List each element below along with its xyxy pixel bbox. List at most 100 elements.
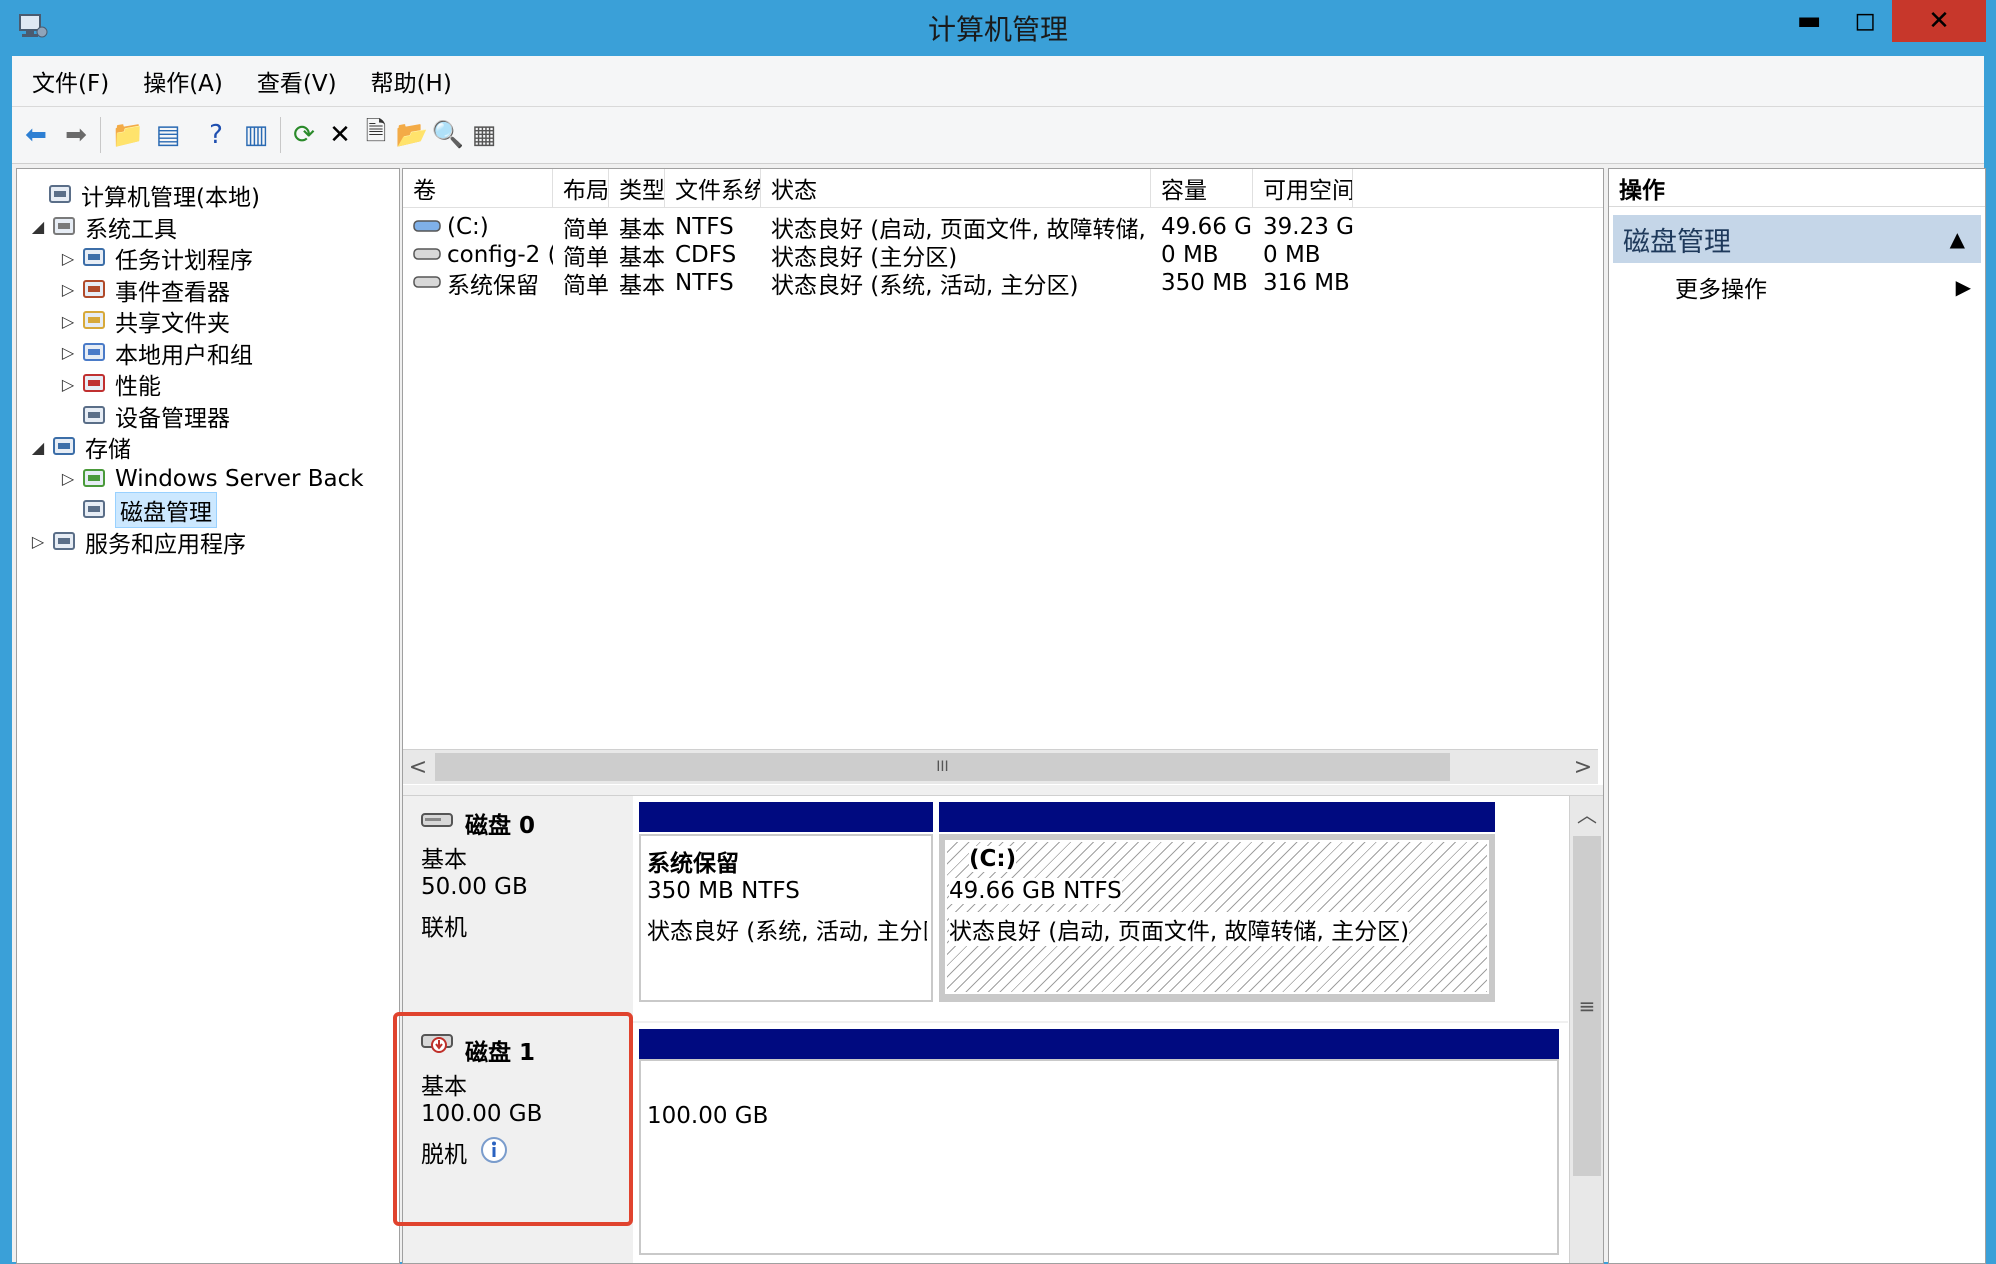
client-area: 文件(F) 操作(A) 查看(V) 帮助(H) ⬅ ➡ 📁 ▤? ▥ ⟳ ✕ 🗎 📂 🔍 ▦ 计算机… — [12, 56, 1986, 1264]
scroll-up-arrow[interactable]: ︿ — [1570, 796, 1603, 830]
maximize-button[interactable]: ◻ — [1838, 0, 1892, 42]
show-hide-tree-icon[interactable]: ▤ — [150, 117, 186, 153]
close-button[interactable]: ✕ — [1892, 0, 1986, 42]
help-icon[interactable]: ? — [198, 117, 234, 153]
disk-icon — [421, 813, 453, 827]
services-applications-icon — [49, 528, 79, 556]
horizontal-scroll-thumb[interactable]: III — [435, 753, 1450, 781]
properties-icon[interactable]: 🗎 — [358, 117, 394, 153]
partition-bar — [639, 1029, 1559, 1059]
collapsed-arrow-icon[interactable]: ▷ — [27, 532, 49, 551]
volume-row[interactable]: 系统保留 简单 基本 NTFS 状态良好 (系统, 活动, 主分区) 350 MB 316 … — [403, 265, 1603, 301]
disk-0-size: 50.00 GB — [421, 874, 528, 900]
disk-1-partitions: 100.00 GB — [633, 1023, 1568, 1263]
partition-c[interactable]: (C:) 49.66 GB NTFS 状态良好 (启动, 页面文件, 故障转储,… — [945, 840, 1489, 994]
tree-item-label: 服务和应用程序 — [85, 531, 246, 558]
up-folder-icon[interactable]: 📁 — [110, 117, 146, 153]
scroll-right-arrow[interactable]: > — [1568, 750, 1598, 784]
expanded-arrow-icon[interactable]: ◢ — [27, 217, 49, 236]
partition-unknown[interactable]: 100.00 GB — [639, 1059, 1559, 1255]
tree-item-label: 事件查看器 — [115, 279, 230, 306]
storage-icon — [49, 433, 79, 461]
menu-action[interactable]: 操作(A) — [143, 64, 223, 98]
column-header-free-space[interactable]: 可用空间 — [1253, 169, 1353, 207]
tree-item-label: 系统工具 — [85, 216, 177, 243]
disk-0-info[interactable]: 磁盘 0 基本 50.00 GB 联机 — [403, 796, 634, 1021]
disk-0-type: 基本 — [421, 847, 467, 873]
actions-pane: 操作 磁盘管理 ▲ 更多操作 ▶ — [1608, 168, 1986, 1264]
tree-item-label: Windows Server Back — [115, 465, 364, 492]
vertical-scroll-thumb[interactable]: ≡ — [1573, 836, 1601, 1176]
local-users-icon — [79, 339, 109, 367]
partition-size: 49.66 GB NTFS — [949, 878, 1122, 904]
tree-item-label: 计算机管理(本地) — [81, 185, 260, 211]
refresh-icon[interactable]: ⟳ — [286, 117, 322, 153]
forward-icon[interactable]: ➡ — [58, 117, 94, 153]
console-tree: 计算机管理(本地) ◢ 系统工具 ▷ 任务计划程序 ▷ 事件查看器 ▷ 共享文件夹 ▷ 本地用户和组… — [16, 168, 400, 1264]
actions-header: 操作 — [1609, 169, 1985, 207]
partition-status: 状态良好 (启动, 页面文件, 故障转储, 主分区) — [949, 912, 1410, 946]
disk-1-highlight-box — [393, 1012, 633, 1226]
volume-cell-capacity: 350 MB — [1161, 270, 1248, 296]
collapsed-arrow-icon[interactable]: ▷ — [57, 249, 79, 268]
partition-size: 100.00 GB — [647, 1103, 769, 1129]
actions-section-label: 磁盘管理 — [1623, 226, 1731, 258]
expanded-arrow-icon[interactable]: ◢ — [27, 438, 49, 457]
disk-0-state: 联机 — [421, 915, 467, 941]
column-header-status[interactable]: 状态 — [761, 169, 1151, 207]
event-viewer-icon — [79, 276, 109, 304]
menu-help[interactable]: 帮助(H) — [371, 64, 452, 98]
partition-title: 系统保留 — [647, 851, 739, 877]
computer-management-icon — [45, 181, 75, 209]
shared-folders-icon — [79, 307, 109, 335]
export-icon[interactable]: ▦ — [466, 117, 502, 153]
windows-server-backup-icon — [79, 465, 109, 493]
title-bar[interactable]: 计算机管理 ▬ ◻ ✕ — [0, 0, 1996, 56]
collapsed-arrow-icon[interactable]: ▷ — [57, 343, 79, 362]
window-title: 计算机管理 — [927, 13, 1068, 46]
collapse-icon[interactable]: ▲ — [1950, 227, 1965, 251]
toolbar-separator — [100, 117, 101, 153]
partition-c-selected-frame: (C:) 49.66 GB NTFS 状态良好 (启动, 页面文件, 故障转储,… — [939, 834, 1495, 1002]
pane-splitter[interactable] — [403, 785, 1603, 796]
collapsed-arrow-icon[interactable]: ▷ — [57, 280, 79, 299]
disk-0-partitions: 系统保留 350 MB NTFS 状态良好 (系统, 活动, 主分区) (C:)… — [633, 796, 1568, 1021]
scroll-left-arrow[interactable]: < — [403, 750, 433, 784]
column-header-volume[interactable]: 卷 — [403, 169, 553, 207]
menu-file[interactable]: 文件(F) — [32, 64, 109, 98]
collapsed-arrow-icon[interactable]: ▷ — [57, 375, 79, 394]
submenu-arrow-icon: ▶ — [1955, 275, 1971, 299]
tree-item-label: 本地用户和组 — [115, 342, 253, 369]
partition-bar — [939, 802, 1495, 832]
volume-list-header: 卷 布局 类型 文件系统 状态 容量 可用空间 — [403, 169, 1603, 208]
menu-view[interactable]: 查看(V) — [257, 64, 337, 98]
show-hide-action-pane-icon[interactable]: ▥ — [238, 117, 274, 153]
volume-cell-fs: NTFS — [675, 270, 734, 296]
horizontal-scrollbar[interactable]: < III > — [403, 749, 1598, 784]
system-tools-icon — [49, 213, 79, 241]
open-icon[interactable]: 📂 — [394, 117, 430, 153]
tree-item-services-applications[interactable]: ▷ 服务和应用程序 — [27, 524, 246, 560]
partition-size: 350 MB NTFS — [647, 878, 800, 904]
collapsed-arrow-icon[interactable]: ▷ — [57, 312, 79, 331]
disk-0-name: 磁盘 0 — [465, 813, 536, 839]
minimize-button[interactable]: ▬ — [1782, 0, 1836, 42]
back-icon[interactable]: ⬅ — [18, 117, 54, 153]
collapsed-arrow-icon[interactable]: ▷ — [57, 469, 79, 488]
partition-system-reserved[interactable]: 系统保留 350 MB NTFS 状态良好 (系统, 活动, 主分区) — [639, 834, 933, 1002]
volume-cell-type: 基本 — [619, 273, 665, 299]
more-actions-item[interactable]: 更多操作 ▶ — [1609, 267, 1985, 307]
tree-item-label: 设备管理器 — [115, 405, 230, 432]
vertical-scrollbar[interactable]: ︿ ≡ — [1569, 796, 1603, 1263]
volume-cell-status: 状态良好 (系统, 活动, 主分区) — [771, 273, 1079, 299]
column-header-capacity[interactable]: 容量 — [1151, 169, 1253, 207]
tree-item-label: 共享文件夹 — [115, 311, 230, 337]
search-icon[interactable]: 🔍 — [430, 117, 466, 153]
column-header-filesystem[interactable]: 文件系统 — [665, 169, 761, 207]
volume-cell-name: 系统保留 — [403, 265, 553, 301]
task-scheduler-icon — [79, 244, 109, 272]
actions-section-disk-management[interactable]: 磁盘管理 ▲ — [1613, 215, 1981, 263]
delete-icon[interactable]: ✕ — [322, 117, 358, 153]
column-header-type[interactable]: 类型 — [609, 169, 665, 207]
column-header-layout[interactable]: 布局 — [553, 169, 609, 207]
